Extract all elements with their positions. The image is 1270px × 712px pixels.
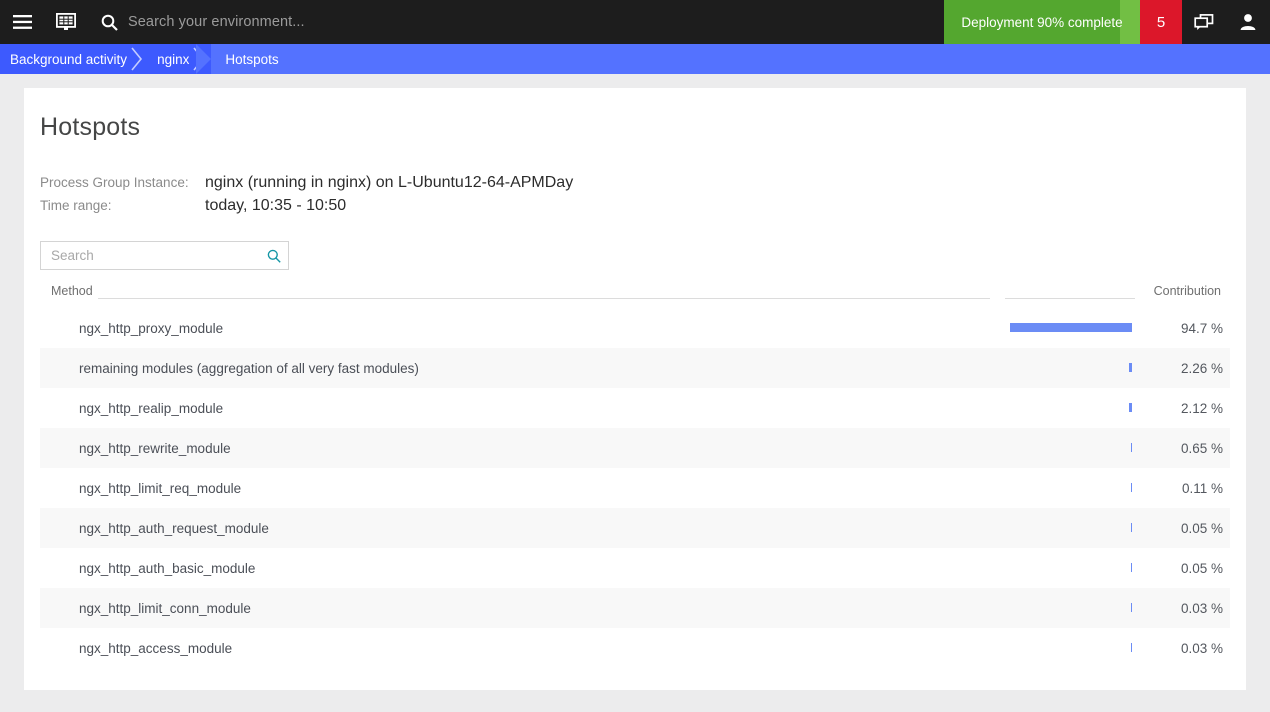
contribution-bar — [1130, 443, 1132, 452]
search-icon — [94, 14, 124, 31]
contribution-percent: 2.12 % — [1180, 400, 1223, 416]
contribution-percent: 0.03 % — [1180, 640, 1223, 656]
chevron-right-icon — [129, 44, 145, 74]
topbar-right-cluster: Deployment 90% complete 5 — [944, 0, 1270, 44]
metadata-row-time-range: Time range: today, 10:35 - 10:50 — [40, 197, 573, 220]
metadata-label: Process Group Instance: — [40, 175, 189, 190]
table-row[interactable]: ngx_http_realip_module 2.12 % — [40, 388, 1230, 428]
table-body: ngx_http_proxy_module 94.7 % remaining mod… — [40, 308, 1230, 668]
header-rule-contribution — [1005, 298, 1135, 299]
table-header: Method Contribution — [40, 284, 1230, 308]
table-row[interactable]: ngx_http_rewrite_module 0.65 % — [40, 428, 1230, 468]
alert-count-badge[interactable]: 5 — [1140, 0, 1182, 44]
table-row[interactable]: ngx_http_auth_basic_module 0.05 % — [40, 548, 1230, 588]
method-name: ngx_http_auth_request_module — [79, 520, 269, 536]
context-metadata: Process Group Instance: nginx (running i… — [40, 174, 573, 220]
metadata-value: today, 10:35 - 10:50 — [205, 197, 347, 214]
contribution-bar — [1129, 403, 1132, 412]
contribution-bar-track — [890, 603, 1132, 612]
contribution-percent: 0.11 % — [1181, 480, 1223, 496]
method-name: ngx_http_limit_conn_module — [79, 600, 251, 616]
method-name: remaining modules (aggregation of all ve… — [79, 360, 419, 376]
contribution-bar-track — [890, 403, 1132, 412]
chat-bubbles-icon[interactable] — [1182, 0, 1226, 44]
method-name: ngx_http_access_module — [79, 640, 233, 656]
table-row[interactable]: ngx_http_access_module 0.03 % — [40, 628, 1230, 668]
global-search[interactable]: Search your environment... — [88, 0, 944, 44]
breadcrumb-item-background-activity[interactable]: Background activity — [0, 44, 150, 74]
table-row[interactable]: ngx_http_limit_req_module 0.11 % — [40, 468, 1230, 508]
deployment-status-banner[interactable]: Deployment 90% complete — [944, 0, 1140, 44]
page-title: Hotspots — [40, 113, 141, 141]
search-icon[interactable] — [260, 249, 288, 263]
contribution-bar — [1130, 523, 1132, 532]
breadcrumb-label: nginx — [157, 51, 190, 67]
table-row[interactable]: ngx_http_proxy_module 94.7 % — [40, 308, 1230, 348]
contribution-bar-track — [890, 483, 1132, 492]
hamburger-menu-icon[interactable] — [0, 0, 44, 44]
column-header-method: Method — [51, 284, 93, 298]
contribution-percent: 0.65 % — [1180, 440, 1223, 456]
hotspots-card: Hotspots Process Group Instance: nginx (… — [24, 88, 1246, 690]
column-header-contribution: Contribution — [1153, 284, 1221, 298]
metadata-row-process-group: Process Group Instance: nginx (running i… — [40, 174, 573, 197]
dashboard-grid-icon[interactable] — [44, 0, 88, 44]
contribution-bar-track — [890, 323, 1132, 332]
method-name: ngx_http_rewrite_module — [79, 440, 231, 456]
metadata-label: Time range: — [40, 198, 112, 213]
contribution-percent: 0.03 % — [1180, 600, 1223, 616]
breadcrumb-item-hotspots[interactable]: Hotspots — [196, 44, 1270, 74]
breadcrumb: Background activity nginx Hotspots — [0, 44, 1270, 74]
breadcrumb-label: Hotspots — [225, 51, 279, 67]
top-navigation-bar: Search your environment... Deployment 90… — [0, 0, 1270, 44]
contribution-bar — [1130, 643, 1132, 652]
contribution-bar-track — [890, 523, 1132, 532]
contribution-bar-track — [890, 443, 1132, 452]
contribution-bar-track — [890, 563, 1132, 572]
contribution-bar-track — [890, 643, 1132, 652]
method-search-box[interactable] — [40, 241, 289, 270]
contribution-percent: 2.26 % — [1180, 360, 1223, 376]
contribution-bar-track — [890, 363, 1132, 372]
breadcrumb-label: Background activity — [10, 51, 128, 67]
table-row[interactable]: ngx_http_auth_request_module 0.05 % — [40, 508, 1230, 548]
method-name: ngx_http_limit_req_module — [79, 480, 242, 496]
method-name: ngx_http_proxy_module — [79, 320, 224, 336]
header-rule-method — [98, 298, 990, 299]
contribution-percent: 0.05 % — [1180, 520, 1223, 536]
method-name: ngx_http_realip_module — [79, 400, 224, 416]
method-name: ngx_http_auth_basic_module — [79, 560, 256, 576]
metadata-value: nginx (running in nginx) on L-Ubuntu12-6… — [205, 174, 574, 191]
contribution-bar — [1129, 363, 1132, 372]
hotspots-table: Method Contribution ngx_http_proxy_modul… — [40, 284, 1230, 668]
search-input[interactable] — [41, 248, 260, 263]
table-row[interactable]: ngx_http_limit_conn_module 0.03 % — [40, 588, 1230, 628]
user-avatar-icon[interactable] — [1226, 0, 1270, 44]
contribution-bar — [1130, 603, 1132, 612]
contribution-percent: 0.05 % — [1180, 560, 1223, 576]
deployment-status-label: Deployment 90% complete — [961, 14, 1123, 30]
contribution-bar — [1130, 563, 1132, 572]
alert-count-value: 5 — [1156, 13, 1166, 31]
contribution-bar — [1130, 483, 1132, 492]
contribution-bar — [1010, 323, 1132, 332]
contribution-percent: 94.7 % — [1180, 320, 1223, 336]
table-row[interactable]: remaining modules (aggregation of all ve… — [40, 348, 1230, 388]
global-search-placeholder: Search your environment... — [128, 14, 305, 30]
